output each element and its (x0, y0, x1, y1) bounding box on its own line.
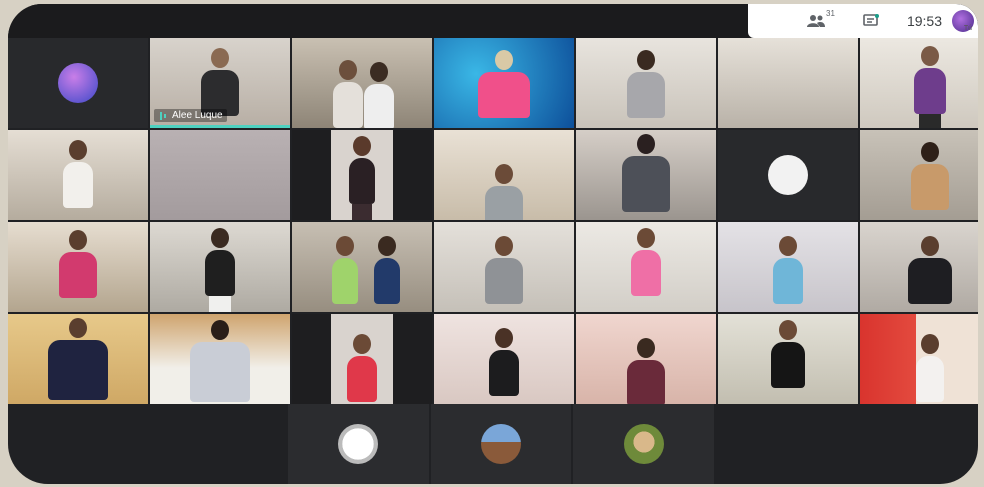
speaker-name: Alee Luque (172, 110, 223, 121)
participant-tile[interactable] (576, 38, 716, 128)
self-avatar[interactable]: Tú (952, 10, 974, 32)
participant-tile[interactable] (718, 222, 858, 312)
participant-grid: Alee Luque (8, 38, 978, 404)
participant-tile[interactable] (718, 314, 858, 404)
participant-avatar (768, 155, 808, 195)
participant-video (63, 140, 93, 208)
participant-video (485, 164, 523, 220)
participant-video (773, 236, 803, 304)
participant-tile[interactable] (576, 222, 716, 312)
participant-tile-speaker[interactable]: Alee Luque (150, 38, 290, 128)
meeting-window: 31 19:53 Tú Alee Luque (8, 4, 978, 484)
participant-tile[interactable] (434, 222, 574, 312)
participant-tile[interactable] (150, 130, 290, 220)
participant-video (363, 62, 394, 128)
participant-tile[interactable] (8, 314, 148, 404)
people-count: 31 (826, 8, 835, 18)
participant-video (478, 50, 530, 118)
participant-video (205, 228, 235, 312)
participant-video (59, 230, 97, 298)
participant-video (622, 134, 670, 212)
speaker-name-tag: Alee Luque (154, 109, 227, 122)
participant-video (771, 320, 805, 388)
participant-avatar (338, 424, 379, 464)
participant-tile[interactable] (860, 314, 978, 404)
participant-video (48, 318, 108, 400)
people-icon (807, 15, 826, 27)
participant-tile[interactable] (860, 38, 978, 128)
participant-video (914, 46, 946, 128)
participant-video (627, 50, 665, 118)
participant-tile[interactable] (576, 130, 716, 220)
clock-time: 19:53 (906, 13, 942, 29)
participant-tile[interactable] (8, 130, 148, 220)
participant-video (631, 228, 661, 296)
participant-tile[interactable] (434, 314, 574, 404)
participant-tile[interactable] (150, 314, 290, 404)
participant-tile[interactable] (860, 130, 978, 220)
participant-tile[interactable] (292, 314, 432, 404)
participant-video (908, 236, 952, 304)
participant-tile[interactable] (434, 130, 574, 220)
mic-icon (160, 111, 166, 120)
participant-video (333, 60, 363, 128)
self-label: Tú (963, 25, 972, 32)
participant-tile[interactable] (292, 222, 432, 312)
chat-button[interactable] (849, 4, 893, 38)
participant-tile[interactable] (288, 404, 429, 484)
participant-avatar (58, 63, 98, 103)
participant-video (489, 328, 519, 396)
participant-tile[interactable] (8, 38, 148, 128)
participant-tile[interactable] (718, 38, 858, 128)
participant-video (201, 48, 239, 116)
participant-avatar (481, 424, 521, 464)
participant-video (347, 334, 377, 402)
participant-video (911, 142, 949, 210)
participant-video (374, 236, 401, 304)
participant-tile[interactable] (292, 38, 432, 128)
people-button[interactable]: 31 (793, 4, 849, 38)
participant-video (190, 320, 250, 402)
participant-tile[interactable] (576, 314, 716, 404)
active-speaker-indicator (150, 125, 290, 128)
participant-video (332, 236, 359, 304)
participant-video (485, 236, 523, 304)
participant-avatar (623, 424, 664, 464)
participant-video (349, 136, 375, 220)
participant-video (916, 334, 944, 402)
participant-tile[interactable] (430, 404, 572, 484)
chat-icon (863, 14, 879, 26)
participant-video (627, 338, 665, 404)
participant-tile[interactable] (718, 130, 858, 220)
participant-tile[interactable] (8, 222, 148, 312)
avatar-row (288, 404, 715, 484)
participant-tile[interactable] (860, 222, 978, 312)
participant-tile[interactable] (434, 38, 574, 128)
participant-tile[interactable] (150, 222, 290, 312)
meeting-toolbar: 31 19:53 Tú (748, 4, 978, 38)
participant-tile[interactable] (573, 404, 715, 484)
participant-tile[interactable] (292, 130, 432, 220)
